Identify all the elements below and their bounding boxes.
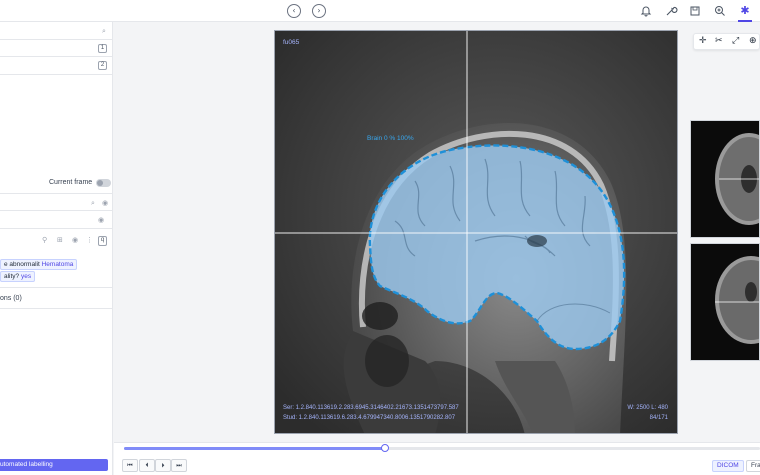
- eye-icon[interactable]: ◉: [98, 216, 104, 224]
- current-frame-label: Current frame: [49, 179, 93, 186]
- left-sidebar: ⌕ 1 2 Current frame ⌕ ◉ ◉ ⚲ ⊞ ◉ ⋮ q e ab…: [0, 22, 113, 475]
- image-viewport[interactable]: fu065 Brain 0 % 100% Ser: 1.2.840.113619…: [274, 30, 678, 434]
- study-uid-label: Stud: 1.2.840.113619.6.283.4.679947340.8…: [283, 415, 456, 421]
- series-number-label: fu065: [283, 39, 300, 46]
- sidebar-header-row: ⌕: [0, 22, 113, 40]
- axial-mri-image: [691, 121, 759, 237]
- playback-bar: ⏮ ⏴ ⏵ ⏭ DICOM Fra: [114, 442, 760, 475]
- objects-header-row: ⌕ ◉: [0, 193, 113, 211]
- save-icon[interactable]: [688, 4, 702, 18]
- axial-view-thumbnail[interactable]: [690, 120, 760, 238]
- eye-icon[interactable]: ◉: [102, 199, 108, 207]
- frame-slider[interactable]: [124, 444, 760, 452]
- top-toolbar: ‹ › ✱: [0, 0, 760, 22]
- relations-label: ons (0): [0, 295, 22, 302]
- classification-tag[interactable]: ality? yes: [0, 271, 36, 282]
- chevron-left-icon[interactable]: ‹: [287, 4, 301, 18]
- hotkey-badge: q: [98, 236, 107, 246]
- frame-slider-thumb[interactable]: [380, 444, 389, 452]
- slice-index-label: 84/171: [649, 415, 668, 421]
- coronal-mri-image: [691, 244, 759, 360]
- active-tab-indicator: [738, 20, 752, 22]
- scissors-icon[interactable]: ✂: [715, 36, 723, 46]
- relations-row[interactable]: ons (0): [0, 287, 113, 309]
- frame-mode-button[interactable]: Fra: [746, 460, 760, 472]
- coronal-view-thumbnail[interactable]: [690, 243, 760, 361]
- object-row[interactable]: ◉: [0, 211, 113, 229]
- eye-icon[interactable]: ◉: [72, 236, 78, 244]
- segment-label: Brain 0 % 100%: [367, 135, 414, 142]
- zoom-icon[interactable]: ⊕: [749, 36, 757, 46]
- more-icon[interactable]: ⋮: [86, 236, 93, 244]
- search-icon[interactable]: ⌕: [102, 27, 106, 36]
- mri-sagittal-image: [275, 31, 677, 433]
- dicom-mode-button[interactable]: DICOM: [712, 460, 744, 472]
- search-icon[interactable]: ⌕: [91, 199, 95, 208]
- zoom-icon[interactable]: [713, 4, 727, 18]
- first-frame-button[interactable]: ⏮: [122, 459, 138, 472]
- asterisk-icon[interactable]: ✱: [738, 4, 752, 18]
- series-uid-label: Ser: 1.2.840.113619.2.283.6945.3146402.2…: [283, 405, 459, 411]
- pin-icon[interactable]: ⚲: [42, 236, 47, 244]
- list-item[interactable]: 1: [0, 40, 113, 57]
- count-badge: 1: [98, 44, 107, 53]
- add-icon[interactable]: ⊞: [57, 236, 63, 244]
- frame-slider-fill: [124, 447, 385, 450]
- current-frame-toggle[interactable]: [96, 179, 111, 187]
- wrench-icon[interactable]: [664, 4, 678, 18]
- next-frame-button[interactable]: ⏵: [155, 459, 171, 472]
- crosshair-icon[interactable]: ✛: [699, 36, 707, 46]
- last-frame-button[interactable]: ⏭: [171, 459, 187, 472]
- fullscreen-icon[interactable]: ⤢: [732, 36, 739, 46]
- prev-frame-button[interactable]: ⏴: [139, 459, 155, 472]
- chevron-right-icon[interactable]: ›: [312, 4, 326, 18]
- automated-labelling-button[interactable]: utomated labelling: [0, 459, 108, 471]
- viewer-tool-palette: ✛ ✂ ⤢ ⊕: [693, 33, 760, 50]
- classification-tag[interactable]: e abnormalit Hematoma: [0, 259, 78, 270]
- count-badge: 2: [98, 61, 107, 70]
- bell-icon[interactable]: [639, 4, 653, 18]
- list-item[interactable]: 2: [0, 57, 113, 75]
- window-level-label: W: 2500 L: 480: [627, 405, 668, 411]
